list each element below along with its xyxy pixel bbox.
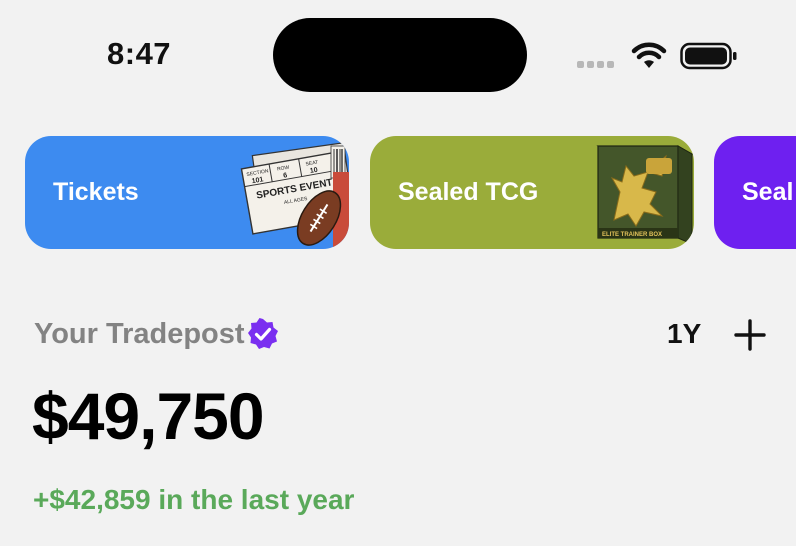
verified-badge-icon [248,318,278,349]
add-icon[interactable] [733,318,767,352]
box-label: ELITE TRAINER BOX [602,232,662,238]
category-card-sealed-tcg[interactable]: Sealed TCG ELITE TRAINER BOX [370,136,694,249]
wifi-icon [631,42,667,68]
time-range-toggle[interactable]: 1Y [667,318,701,350]
category-card-tickets[interactable]: Tickets SECTION 101 ROW 6 SEAT 10 SPORTS… [25,136,349,249]
dynamic-island [273,18,527,92]
category-label: Seal [742,178,794,206]
category-label: Sealed TCG [398,178,539,206]
change-period: in the last year [158,484,355,515]
category-card-next[interactable]: Seal [714,136,796,249]
cellular-icon [577,61,614,68]
elite-trainer-box-illustration: ELITE TRAINER BOX [596,145,694,245]
ticket-seat-value: 10 [309,167,318,175]
section-title: Your Tradepost [34,318,245,350]
tickets-illustration: SECTION 101 ROW 6 SEAT 10 SPORTS EVENT A… [240,142,349,249]
status-time: 8:47 [107,36,172,71]
change-summary: +$42,859 in the last year [33,484,354,516]
battery-icon [680,42,737,70]
category-label: Tickets [53,178,139,206]
portfolio-total-value: $49,750 [32,379,265,453]
change-amount: +$42,859 [33,484,151,515]
